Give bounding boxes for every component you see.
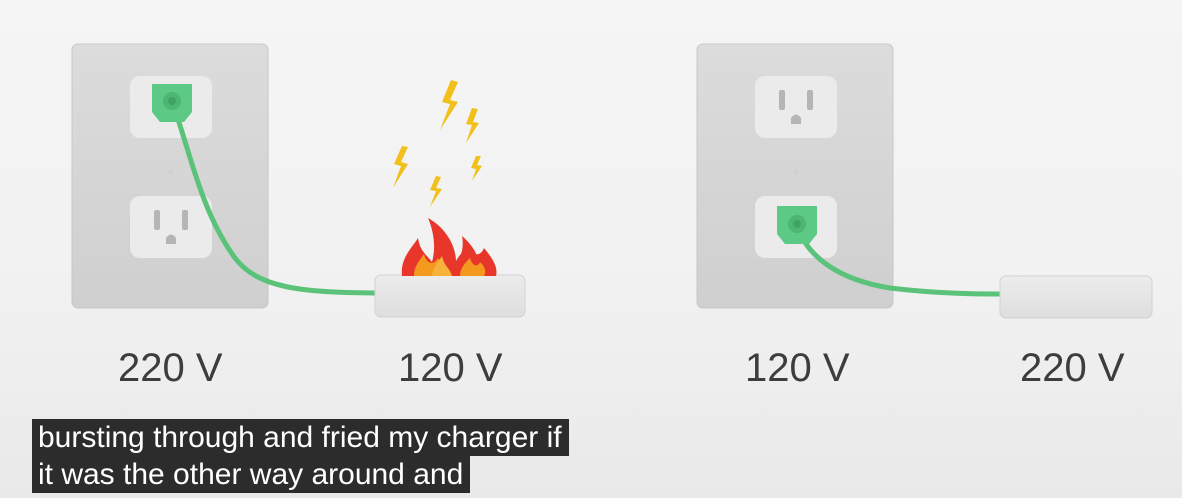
right-plug-icon [777, 206, 817, 244]
right-wall-outlet [696, 43, 894, 309]
lightning-bolt-icon [393, 80, 482, 207]
closed-captions: bursting through and fried my charger if… [32, 419, 569, 493]
caption-line: bursting through and fried my charger if [32, 419, 569, 456]
left-charger-device [374, 274, 526, 318]
left-outlet-voltage-label: 220 V [118, 346, 223, 390]
right-device-voltage-label: 220 V [1020, 346, 1125, 390]
left-wall-outlet [71, 43, 269, 309]
left-device-voltage-label: 120 V [398, 346, 503, 390]
fire-icon [401, 218, 497, 276]
video-frame: 220 V 120 V 120 V 220 V bursting through… [0, 0, 1182, 498]
caption-line: it was the other way around and [32, 456, 471, 493]
right-outlet-voltage-label: 120 V [745, 346, 850, 390]
right-charger-device [999, 275, 1153, 319]
illustration [71, 43, 1153, 319]
empty-socket-icon [755, 76, 837, 138]
empty-socket-icon [130, 196, 212, 258]
left-plug-icon [152, 84, 192, 122]
